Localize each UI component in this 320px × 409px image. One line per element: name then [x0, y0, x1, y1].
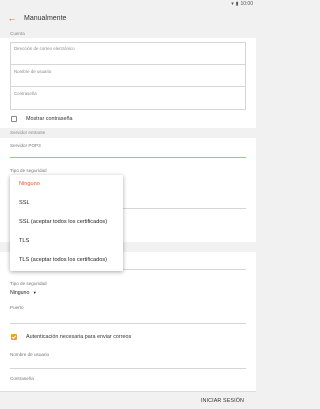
dropdown-option-tls[interactable]: TLS	[19, 238, 29, 244]
outgoing-password-label: Contraseña	[10, 376, 34, 381]
page-title: Manualmente	[24, 14, 67, 22]
outgoing-card: Tipo de seguridad Ninguno ▼ Puerto Auten…	[0, 252, 256, 391]
email-field[interactable]: Dirección de correo electrónico	[11, 43, 245, 65]
password-placeholder: Contraseña	[14, 91, 37, 96]
show-password-checkbox[interactable]	[11, 116, 17, 122]
account-card: Dirección de correo electrónico Nombre d…	[0, 38, 256, 128]
outgoing-security-label: Tipo de seguridad	[10, 281, 47, 286]
chevron-down-icon: ▼	[32, 290, 37, 295]
back-arrow-icon[interactable]: ←	[2, 8, 22, 28]
port-input[interactable]	[10, 312, 246, 324]
password-field[interactable]: Contraseña	[11, 87, 245, 110]
battery-icon: ▮	[235, 1, 239, 7]
pop3-server-label: Servidor POP3	[10, 143, 41, 148]
email-placeholder: Dirección de correo electrónico	[14, 46, 75, 51]
dropdown-option-ninguno[interactable]: Ninguno	[19, 181, 40, 187]
incoming-security-label: Tipo de seguridad	[10, 168, 47, 173]
account-fields-box: Dirección de correo electrónico Nombre d…	[10, 42, 246, 110]
auth-required-checkbox[interactable]	[11, 334, 17, 340]
outgoing-security-select[interactable]: Ninguno ▼	[10, 290, 37, 296]
status-time: 10:00	[240, 1, 253, 7]
signal-icon: ▾	[231, 1, 234, 7]
dropdown-option-ssl-all-certs[interactable]: SSL (aceptar todos los certificados)	[19, 219, 107, 225]
section-incoming-label: Servidor entrante	[10, 130, 46, 135]
status-icons: ▾ ▮ 10:00	[231, 0, 253, 8]
outgoing-security-value: Ninguno	[10, 290, 30, 296]
username-placeholder: Nombre de usuario	[14, 69, 52, 74]
auth-required-label: Autenticación necesaria para enviar corr…	[26, 334, 132, 340]
pop3-server-input[interactable]	[10, 157, 246, 158]
port-label: Puerto	[10, 305, 24, 310]
dropdown-option-tls-all-certs[interactable]: TLS (aceptar todos los certificados)	[19, 257, 107, 263]
username-field[interactable]: Nombre de usuario	[11, 65, 245, 87]
security-dropdown-menu: Ninguno SSL SSL (aceptar todos los certi…	[10, 175, 123, 271]
app-bar: ← Manualmente	[0, 8, 256, 28]
section-cuenta-label: Cuenta	[10, 31, 25, 36]
show-password-label: Mostrar contraseña	[26, 116, 73, 122]
outgoing-username-input[interactable]	[10, 357, 246, 369]
status-bar: ▾ ▮ 10:00	[0, 0, 256, 8]
sign-in-button[interactable]: INICIAR SESIÓN	[201, 398, 244, 404]
bottom-bar: INICIAR SESIÓN	[0, 391, 256, 409]
dropdown-option-ssl[interactable]: SSL	[19, 200, 30, 206]
